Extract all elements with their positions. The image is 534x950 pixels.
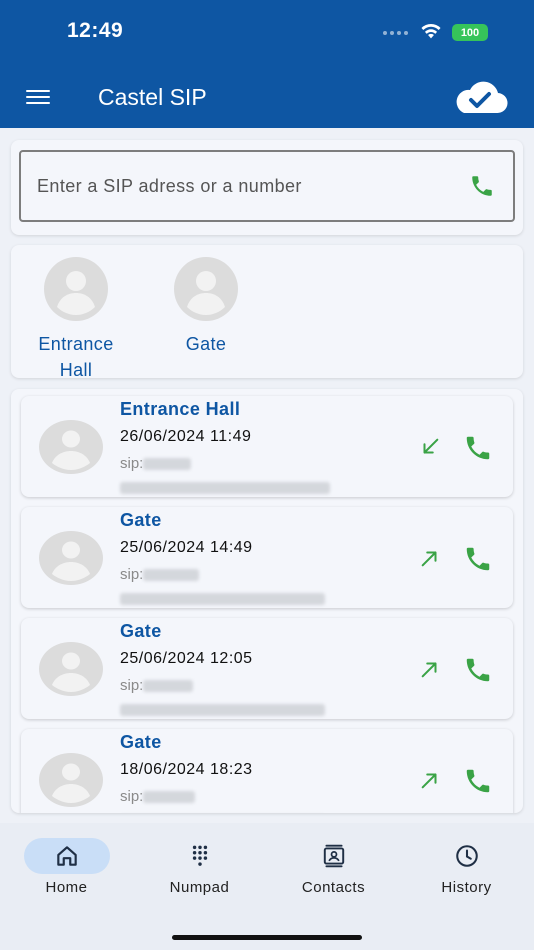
sip-prefix: sip:	[120, 677, 144, 694]
history-item[interactable]: Gate 25/06/2024 14:49 sip:	[21, 507, 513, 608]
avatar-icon	[44, 257, 108, 321]
avatar-icon	[39, 420, 103, 474]
history-sip-address: sip:	[120, 788, 196, 805]
outgoing-call-arrow-icon	[421, 773, 437, 789]
redacted-text	[143, 680, 194, 693]
call-back-icon[interactable]	[463, 766, 493, 796]
battery-indicator: 100	[452, 24, 488, 41]
app-title: Castel SIP	[98, 84, 207, 110]
incoming-call-arrow-icon	[423, 438, 439, 454]
nav-contacts-label: Contacts	[301, 879, 366, 896]
nav-home-pill	[23, 838, 110, 874]
nav-numpad-pill	[157, 838, 243, 874]
favorite-contact[interactable]: Gate	[151, 257, 261, 357]
wifi-icon	[421, 23, 441, 39]
avatar-icon	[174, 257, 238, 321]
redacted-text	[143, 791, 196, 804]
history-sip-address: sip:	[120, 677, 194, 694]
status-bar: 12:49 100	[0, 0, 534, 64]
outgoing-call-arrow-icon	[421, 551, 437, 567]
menu-icon[interactable]	[26, 90, 50, 104]
bottom-navigation: Home Numpad Contacts History	[0, 823, 534, 950]
nav-history-pill	[424, 838, 510, 874]
nav-history[interactable]: History	[400, 838, 533, 896]
history-item[interactable]: Entrance Hall 26/06/2024 11:49 sip:	[21, 396, 513, 497]
cellular-signal-icon	[383, 31, 408, 35]
call-back-icon[interactable]	[463, 655, 493, 685]
redacted-text	[143, 458, 192, 471]
phone-icon[interactable]	[469, 173, 495, 199]
nav-home[interactable]: Home	[0, 838, 133, 896]
outgoing-call-arrow-icon	[421, 662, 437, 678]
sip-prefix: sip:	[120, 566, 144, 583]
history-datetime: 26/06/2024 11:49	[120, 428, 252, 445]
favorites-card: Entrance Hall Gate	[11, 245, 523, 380]
history-datetime: 25/06/2024 12:05	[120, 650, 253, 667]
call-back-icon[interactable]	[463, 433, 493, 463]
redacted-text	[120, 482, 330, 495]
home-icon	[56, 846, 77, 866]
redacted-text	[120, 704, 325, 717]
dial-card: Enter a SIP adress or a number	[11, 140, 523, 235]
contacts-icon	[323, 844, 344, 868]
avatar-icon	[39, 642, 103, 696]
nav-contacts[interactable]: Contacts	[267, 838, 400, 896]
numpad-icon	[192, 845, 207, 866]
favorite-label: Gate	[185, 334, 227, 354]
redacted-text	[143, 569, 200, 582]
call-history-card: Entrance Hall 26/06/2024 11:49 sip: Gate…	[11, 389, 523, 813]
avatar-icon	[39, 531, 103, 585]
nav-home-label: Home	[45, 879, 88, 896]
nav-numpad[interactable]: Numpad	[133, 838, 266, 896]
nav-history-label: History	[441, 879, 492, 896]
history-sip-address: sip:	[120, 566, 200, 583]
history-datetime: 18/06/2024 18:23	[120, 761, 253, 778]
cloud-check-icon[interactable]	[450, 81, 508, 115]
favorite-contact[interactable]: Entrance Hall	[21, 257, 131, 383]
nav-contacts-pill	[291, 838, 377, 874]
call-back-icon[interactable]	[463, 544, 493, 574]
favorite-label: Entrance Hall	[38, 334, 114, 380]
history-sip-domain	[120, 701, 325, 717]
sip-address-placeholder: Enter a SIP adress or a number	[37, 176, 302, 196]
history-datetime: 25/06/2024 14:49	[120, 539, 253, 556]
history-sip-domain	[120, 590, 325, 606]
history-sip-domain	[120, 812, 325, 813]
history-name: Gate	[120, 732, 162, 752]
status-time: 12:49	[67, 19, 124, 42]
history-name: Gate	[120, 510, 162, 530]
home-indicator[interactable]	[172, 935, 362, 940]
sip-prefix: sip:	[120, 788, 144, 805]
battery-level: 100	[460, 26, 480, 39]
sip-address-input[interactable]: Enter a SIP adress or a number	[19, 150, 515, 222]
history-sip-address: sip:	[120, 455, 192, 472]
redacted-text	[120, 593, 325, 606]
call-history-list: Entrance Hall 26/06/2024 11:49 sip: Gate…	[21, 396, 513, 813]
history-name: Entrance Hall	[120, 399, 241, 419]
clock-icon	[455, 845, 478, 867]
history-sip-domain	[120, 479, 330, 495]
avatar-icon	[39, 753, 103, 807]
history-name: Gate	[120, 621, 162, 641]
nav-numpad-label: Numpad	[169, 879, 230, 896]
sip-prefix: sip:	[120, 455, 144, 472]
history-item[interactable]: Gate 25/06/2024 12:05 sip:	[21, 618, 513, 719]
history-item[interactable]: Gate 18/06/2024 18:23 sip:	[21, 729, 513, 813]
